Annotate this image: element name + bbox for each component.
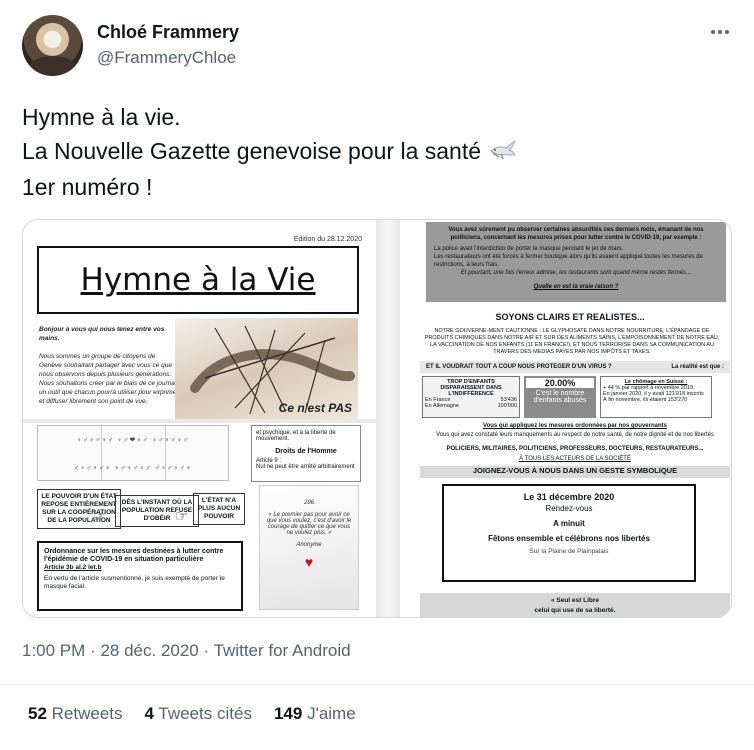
newspaper-title-box: Hymne à la Vie bbox=[37, 246, 359, 314]
tweet-line-3: 1er numéro ! bbox=[22, 174, 153, 201]
tweet-date[interactable]: 28 déc. 2020 bbox=[100, 641, 198, 660]
divider bbox=[0, 684, 754, 685]
virus-strip: ET IL VOUDRAIT TOUT A COUP NOUS PROTEGER… bbox=[420, 361, 730, 373]
pointing-hand-icon: ☞ bbox=[175, 508, 189, 525]
slogan-3: L'ÉTAT N'A PLUS AUCUN POUVOIR bbox=[193, 493, 245, 525]
liberty-quote-bar: « Seul est Libre celui qui use de sa lib… bbox=[420, 593, 730, 617]
appeal-line-2: Vous qui avez constaté leurs manquements… bbox=[436, 432, 714, 438]
edition-date: Edition du 28.12.2020 bbox=[293, 236, 362, 243]
engagement-stats: 52 Retweets 4 Tweets cités 149 J'aime bbox=[28, 704, 356, 724]
quote-tweets-link[interactable]: 4 Tweets cités bbox=[145, 704, 252, 724]
author-handle[interactable]: @FrammeryChloe bbox=[97, 48, 236, 68]
tweet-source[interactable]: Twitter for Android bbox=[214, 641, 351, 660]
unemployment-stat-box: Le chômage en Suisse : + 44 % par rappor… bbox=[600, 376, 712, 418]
stick-figures-illustration: ♀♂♀♂♀♂ ♀♂❤♀♂ ♀♂♀♂♀♂ ♂♀♂♀♂♀ ♀♂♀♂♀♂ ♂♀♂♀♂♀ bbox=[37, 425, 229, 481]
children-stat-box: TROP D'ENFANTS DISPARAISSENT DANS L'INDI… bbox=[422, 376, 520, 418]
pointing-hand-icon: ☞ bbox=[93, 508, 107, 525]
appeal-line-4: À TOUS LES ACTEURS DE LA SOCIÉTÉ bbox=[519, 456, 631, 462]
likes-link[interactable]: 149 J'aime bbox=[274, 704, 356, 724]
tweet-media-image[interactable]: Edition du 28.12.2020 Hymne à la Vie Bon… bbox=[22, 219, 732, 618]
appeal-line-3: POLICIERS, MILITAIRES, POLITICIENS, PROF… bbox=[446, 446, 704, 452]
tweet-timestamp: 1:00 PM · 28 déc. 2020 · Twitter for And… bbox=[22, 641, 351, 660]
tweet-time[interactable]: 1:00 PM bbox=[22, 641, 85, 660]
abuse-stat-box: 20.00% C'est le nombre d'enfants abusés bbox=[524, 376, 596, 418]
dove-icon bbox=[487, 135, 521, 170]
government-paragraph: NOTRE GOUVERNE-MENT CAUTIONNE : LE GLYPH… bbox=[424, 328, 720, 355]
avatar[interactable] bbox=[22, 15, 83, 76]
retweets-link[interactable]: 52 Retweets bbox=[28, 704, 123, 724]
symbolic-gesture-bar: JOIGNEZ-VOUS À NOUS DANS UN GESTE SYMBOL… bbox=[420, 466, 730, 478]
tweet-line-1: Hymne à la vie. bbox=[22, 104, 181, 130]
soyons-heading: SOYONS CLAIRS ET REALISTES... bbox=[495, 312, 645, 322]
event-box: Le 31 décembre 2020 Rendez-vous A minuit… bbox=[442, 484, 696, 582]
heart-icon: ♥ bbox=[304, 554, 314, 570]
puppet-hands-illustration: Ce n'est PAS bbox=[175, 318, 358, 419]
newspaper-title: Hymne à la Vie bbox=[80, 262, 316, 298]
more-options-icon[interactable] bbox=[706, 22, 734, 42]
tweet-text: Hymne à la vie. La Nouvelle Gazette gene… bbox=[22, 100, 521, 204]
intro-text: Bonjour à vous qui nous tenez entre vos … bbox=[39, 326, 179, 405]
droits-homme-box: et psychique, et à la liberté de mouveme… bbox=[251, 425, 361, 482]
author-name[interactable]: Chloé Frammery bbox=[97, 22, 239, 43]
hands-caption: Ce n'est PAS bbox=[278, 401, 352, 415]
absurdities-block: Vous avez sûrement pu observer certaines… bbox=[426, 222, 726, 302]
tweet-line-2: La Nouvelle Gazette genevoise pour la sa… bbox=[22, 134, 521, 170]
newspaper-page-left-bottom: ♀♂♀♂♀♂ ♀♂❤♀♂ ♀♂♀♂♀♂ ♂♀♂♀♂♀ ♀♂♀♂♀♂ ♂♀♂♀♂♀… bbox=[23, 423, 376, 617]
slogan-1: LE POUVOIR D'UN ÉTAT REPOSE ENTIÈREMENT … bbox=[37, 489, 121, 529]
newspaper-page-left-top: Edition du 28.12.2020 Hymne à la Vie Bon… bbox=[23, 220, 376, 419]
book-quote-photo: 296 « Le premier pas pour avoir ce que v… bbox=[259, 485, 359, 610]
ordonnance-box: Ordonnance sur les mesures destinées à l… bbox=[37, 541, 243, 611]
newspaper-page-right: Vous avez sûrement pu observer certaines… bbox=[400, 220, 731, 617]
appeal-line-1: Vous qui appliquez les mesures ordonnées… bbox=[483, 423, 667, 429]
